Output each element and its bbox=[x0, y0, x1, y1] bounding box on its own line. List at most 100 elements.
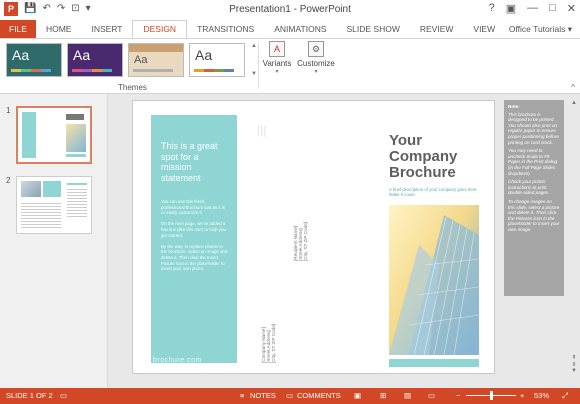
building-photo-graphic bbox=[389, 205, 479, 355]
design-ribbon: Aa Aa Aa Aa ▲ ▼ Themes A Variants ▾ ⚙ Cu… bbox=[0, 38, 580, 94]
theme-label: Aa bbox=[195, 47, 213, 63]
tab-home[interactable]: HOME bbox=[36, 20, 82, 38]
note-label: Note: bbox=[508, 104, 520, 109]
ribbon-separator bbox=[258, 43, 259, 89]
note-paragraph: Check your printer instructions to print… bbox=[508, 179, 550, 196]
comments-button[interactable]: COMMENTS bbox=[297, 388, 341, 404]
theme-thumbnail-3[interactable]: Aa bbox=[128, 43, 184, 77]
slide-thumbnail-2[interactable] bbox=[16, 176, 92, 234]
tab-design[interactable]: DESIGN bbox=[132, 20, 188, 38]
theme-color-bar bbox=[11, 69, 51, 72]
tab-transitions[interactable]: TRANSITIONS bbox=[187, 20, 264, 38]
variants-button[interactable]: A Variants ▾ bbox=[260, 41, 294, 75]
tab-slide-show[interactable]: SLIDE SHOW bbox=[337, 20, 410, 38]
note-paragraph: To change images on this slide, select a… bbox=[508, 198, 560, 232]
tab-review[interactable]: REVIEW bbox=[410, 20, 464, 38]
slide-sorter-icon[interactable]: ⊞ bbox=[380, 388, 386, 404]
notes-button[interactable]: NOTES bbox=[250, 388, 276, 404]
theme-label: Aa bbox=[12, 47, 30, 63]
company-address-block[interactable]: [Company Name] [Street Address] [City, S… bbox=[261, 324, 277, 363]
slide-number: 1 bbox=[6, 106, 11, 115]
zoom-level[interactable]: 53% bbox=[534, 388, 549, 404]
comments-icon: ▭ bbox=[286, 391, 294, 400]
close-icon[interactable]: ✕ bbox=[567, 2, 576, 15]
zoom-out-button[interactable]: − bbox=[456, 388, 460, 404]
slide-number: 2 bbox=[6, 176, 11, 185]
tab-animations[interactable]: ANIMATIONS bbox=[264, 20, 336, 38]
thumb-teal-panel bbox=[22, 112, 36, 158]
thumb-text-lines bbox=[67, 189, 87, 219]
thumb-image bbox=[21, 181, 41, 197]
zoom-slider-knob[interactable] bbox=[490, 391, 493, 400]
scroll-down-icon[interactable]: ▼ bbox=[571, 368, 577, 374]
spelling-icon[interactable]: ▭ bbox=[60, 388, 67, 404]
note-paragraph: This brochure is designed to be printed.… bbox=[508, 111, 559, 145]
mission-panel[interactable]: This is a great spot for a mission state… bbox=[151, 115, 237, 364]
normal-view-icon[interactable]: ▣ bbox=[354, 388, 361, 404]
account-name[interactable]: Office Tutorials ▾ bbox=[509, 20, 572, 38]
customize-icon: ⚙ bbox=[308, 41, 324, 57]
tab-insert[interactable]: INSERT bbox=[81, 20, 132, 38]
zoom-in-button[interactable]: + bbox=[520, 388, 524, 404]
reading-view-icon[interactable]: ▤ bbox=[404, 388, 411, 404]
variants-icon: A bbox=[269, 41, 285, 57]
window-controls: ? ▣ — □ ✕ bbox=[489, 2, 576, 15]
variants-label: Variants bbox=[262, 59, 292, 68]
customize-label: Customize bbox=[297, 59, 335, 68]
minimize-icon[interactable]: — bbox=[527, 2, 538, 15]
fit-slide-icon[interactable]: ⤢ bbox=[562, 388, 568, 404]
notes-icon: ≡ bbox=[240, 391, 245, 400]
chevron-down-icon: ▾ bbox=[275, 69, 279, 75]
mission-statement-heading[interactable]: This is a great spot for a mission state… bbox=[161, 141, 231, 183]
theme-label: Aa bbox=[73, 47, 91, 63]
theme-band bbox=[129, 44, 183, 52]
themes-group-label: Themes bbox=[118, 83, 147, 92]
chevron-down-icon: ▾ bbox=[314, 69, 318, 75]
cover-building-photo[interactable] bbox=[389, 205, 479, 355]
previous-slide-icon[interactable]: ⇞ bbox=[571, 354, 576, 361]
note-paragraph: You may need to uncheck Scale to Fit Pap… bbox=[508, 148, 558, 176]
mission-body-text[interactable]: You can use this fresh, professional bro… bbox=[161, 199, 229, 272]
scroll-down-icon[interactable]: ▼ bbox=[251, 71, 257, 77]
thumb-heading-line bbox=[67, 183, 87, 185]
next-slide-icon[interactable]: ⇟ bbox=[571, 361, 576, 368]
slide-editing-area: ||| This is a great spot for a mission s… bbox=[108, 94, 580, 388]
recipient-address-block[interactable]: [Recipient Name] [Street Address] [City,… bbox=[293, 222, 309, 261]
vertical-scrollbar[interactable]: ▲ ⇞ ⇟ ▼ bbox=[570, 100, 578, 374]
thumb-title bbox=[66, 114, 84, 120]
title-bar: P 💾 ↶ ↷ ⊡ ▾ Presentation1 - PowerPoint ?… bbox=[0, 0, 580, 20]
tab-view[interactable]: VIEW bbox=[463, 20, 505, 38]
panel-footer-text: brochure.com bbox=[153, 357, 202, 364]
slide-thumbnail-1[interactable] bbox=[16, 106, 92, 164]
theme-thumbnail-4[interactable]: Aa bbox=[189, 43, 245, 77]
customize-button[interactable]: ⚙ Customize ▾ bbox=[296, 41, 336, 75]
collapse-ribbon-icon[interactable]: ^ bbox=[571, 83, 575, 92]
thumb-text-lines bbox=[21, 203, 61, 229]
brochure-title[interactable]: Your Company Brochure bbox=[389, 133, 489, 181]
scroll-up-icon[interactable]: ▲ bbox=[571, 100, 577, 106]
ribbon-display-icon[interactable]: ▣ bbox=[506, 2, 516, 15]
current-slide[interactable]: ||| This is a great spot for a mission s… bbox=[132, 100, 495, 374]
theme-label: Aa bbox=[134, 54, 148, 66]
slide-counter: SLIDE 1 OF 2 bbox=[6, 391, 53, 400]
status-bar: SLIDE 1 OF 2 ▭ ≡ NOTES ▭ COMMENTS ▣ ⊞ ▤ … bbox=[0, 388, 580, 404]
slideshow-icon[interactable]: ▭ bbox=[428, 388, 435, 404]
slide-thumbnails-pane: 1 2 bbox=[0, 94, 108, 388]
theme-color-bar bbox=[133, 69, 173, 72]
scroll-up-icon[interactable]: ▲ bbox=[251, 43, 257, 49]
cover-accent-bar bbox=[389, 359, 479, 367]
thumb-cover-image bbox=[66, 124, 86, 152]
theme-thumbnail-1[interactable]: Aa bbox=[6, 43, 62, 77]
thumb-teal-block bbox=[43, 181, 61, 197]
theme-thumbnail-2[interactable]: Aa bbox=[67, 43, 123, 77]
faint-placeholder-mark: ||| bbox=[257, 123, 267, 137]
theme-color-bar bbox=[72, 69, 112, 72]
brochure-subtitle[interactable]: A brief description of your company goes… bbox=[389, 187, 479, 197]
brochure-note-pane: Note: This brochure is designed to be pr… bbox=[504, 100, 564, 296]
maximize-icon[interactable]: □ bbox=[549, 2, 556, 15]
theme-color-bar bbox=[194, 69, 234, 72]
themes-gallery-scroll[interactable]: ▲ ▼ bbox=[250, 43, 258, 77]
tab-file[interactable]: FILE bbox=[0, 20, 36, 38]
ribbon-tabs: FILE HOME INSERT DESIGN TRANSITIONS ANIM… bbox=[0, 20, 580, 38]
help-icon[interactable]: ? bbox=[489, 2, 495, 15]
